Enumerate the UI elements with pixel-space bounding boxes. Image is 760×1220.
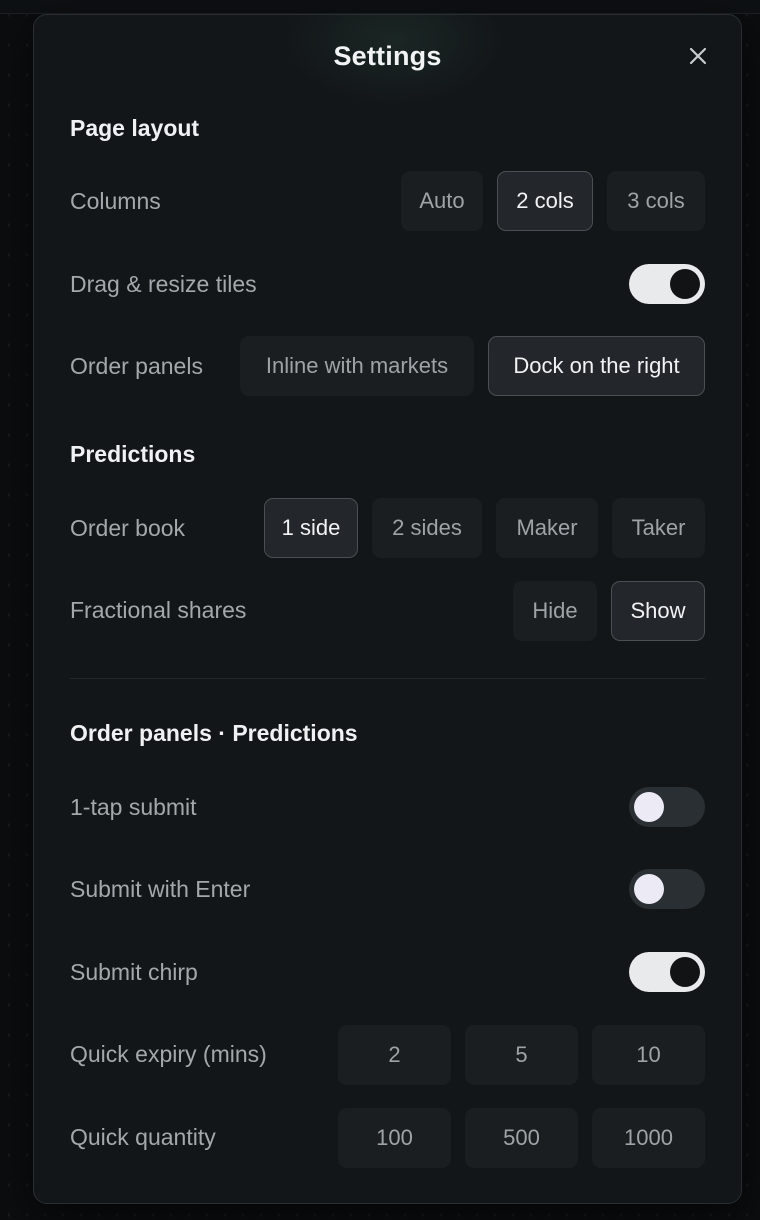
close-button[interactable] (687, 45, 709, 67)
one-tap-submit-toggle[interactable] (629, 787, 705, 827)
order-book-option-maker[interactable]: Maker (496, 498, 598, 558)
order-book-segmented-control: 1 side 2 sides Maker Taker (264, 498, 705, 558)
section-divider (70, 678, 705, 679)
submit-with-enter-toggle[interactable] (629, 869, 705, 909)
drag-resize-label: Drag & resize tiles (70, 271, 257, 297)
order-panels-segmented-control: Inline with markets Dock on the right (240, 336, 705, 396)
order-book-label: Order book (70, 515, 186, 541)
quick-expiry-label: Quick expiry (mins) (70, 1041, 267, 1067)
quick-expiry-option-10[interactable]: 10 (592, 1025, 705, 1085)
order-book-option-taker[interactable]: Taker (612, 498, 705, 558)
order-panels-option-inline[interactable]: Inline with markets (240, 336, 474, 396)
section-title-predictions: Predictions (70, 441, 196, 467)
order-book-option-1-side[interactable]: 1 side (264, 498, 358, 558)
settings-modal: Settings Page layout Columns Auto 2 cols… (33, 14, 742, 1204)
one-tap-submit-label: 1-tap submit (70, 794, 197, 820)
close-icon (689, 47, 707, 65)
quick-quantity-option-100[interactable]: 100 (338, 1108, 451, 1168)
fractional-shares-segmented-control: Hide Show (513, 581, 705, 641)
order-book-option-2-sides[interactable]: 2 sides (372, 498, 482, 558)
toggle-knob (634, 792, 664, 822)
order-panels-option-dock-right[interactable]: Dock on the right (488, 336, 705, 396)
drag-resize-toggle[interactable] (629, 264, 705, 304)
quick-quantity-option-500[interactable]: 500 (465, 1108, 578, 1168)
columns-option-auto[interactable]: Auto (401, 171, 483, 231)
fractional-shares-option-hide[interactable]: Hide (513, 581, 597, 641)
quick-expiry-option-5[interactable]: 5 (465, 1025, 578, 1085)
section-title-order-panels-predictions: Order panels · Predictions (70, 720, 358, 746)
quick-expiry-options: 2 5 10 (338, 1025, 705, 1085)
columns-option-3-cols[interactable]: 3 cols (607, 171, 705, 231)
quick-quantity-options: 100 500 1000 (338, 1108, 705, 1168)
quick-expiry-option-2[interactable]: 2 (338, 1025, 451, 1085)
background-header (0, 0, 760, 14)
toggle-knob (670, 957, 700, 987)
columns-label: Columns (70, 188, 161, 214)
order-panels-label: Order panels (70, 353, 203, 379)
submit-chirp-label: Submit chirp (70, 959, 198, 985)
toggle-knob (670, 269, 700, 299)
toggle-knob (634, 874, 664, 904)
quick-quantity-label: Quick quantity (70, 1124, 216, 1150)
submit-with-enter-label: Submit with Enter (70, 876, 251, 902)
fractional-shares-option-show[interactable]: Show (611, 581, 705, 641)
columns-segmented-control: Auto 2 cols 3 cols (401, 171, 705, 231)
section-title-page-layout: Page layout (70, 115, 200, 141)
submit-chirp-toggle[interactable] (629, 952, 705, 992)
fractional-shares-label: Fractional shares (70, 597, 247, 623)
quick-quantity-option-1000[interactable]: 1000 (592, 1108, 705, 1168)
columns-option-2-cols[interactable]: 2 cols (497, 171, 593, 231)
modal-title: Settings (333, 41, 442, 71)
